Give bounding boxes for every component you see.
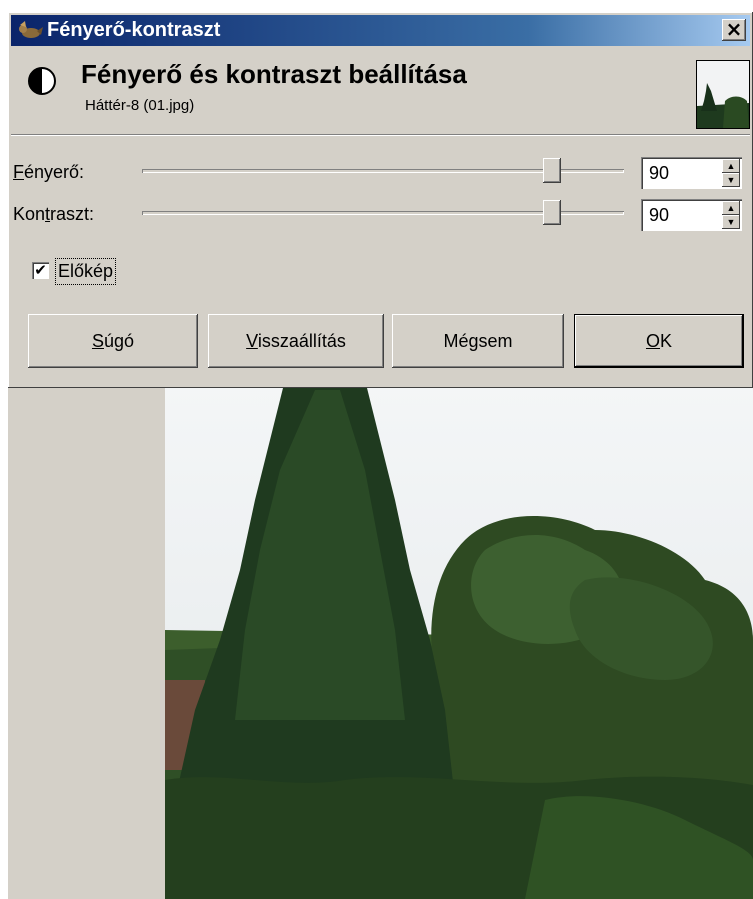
brightness-spinbox[interactable]: 90 ▲ ▼ [641,157,742,189]
ok-button[interactable]: OK [574,314,744,368]
image-thumbnail [696,60,750,129]
reset-button[interactable]: Visszaállítás [208,314,384,368]
preview-checkbox[interactable]: ✔ [32,262,49,279]
help-button[interactable]: Súgó [28,314,198,368]
dialog-heading: Fényerő és kontraszt beállítása [81,59,467,89]
contrast-spinbox[interactable]: 90 ▲ ▼ [641,199,742,231]
title-bar[interactable]: Fényerő-kontraszt × [11,15,750,46]
brightness-contrast-icon [28,67,56,95]
close-button[interactable]: × [722,19,746,41]
spin-down-arrow-icon[interactable]: ▼ [722,173,740,187]
cancel-button[interactable]: Mégsem [392,314,564,368]
brightness-spin-buttons: ▲ ▼ [722,159,740,187]
brightness-contrast-dialog: Fényerő-kontraszt × Fényerő és kontraszt… [8,12,753,388]
window-title: Fényerő-kontraszt [47,19,221,41]
contrast-label: Kontraszt: [13,204,95,224]
canvas-left-area [8,380,165,899]
brightness-slider-handle[interactable] [542,158,561,183]
spin-up-arrow-icon[interactable]: ▲ [722,159,740,173]
photo-image [165,380,753,899]
spin-up-arrow-icon[interactable]: ▲ [722,201,740,215]
contrast-row: Kontraszt: 90 ▲ ▼ [8,196,753,232]
header-separator [11,134,750,136]
preview-label[interactable]: Előkép [55,258,117,285]
checkmark-icon: ✔ [34,261,47,279]
brightness-row: Fényerő: 90 ▲ ▼ [8,154,753,190]
brightness-value[interactable]: 90 [649,163,669,184]
contrast-slider-handle[interactable] [542,200,561,225]
contrast-value[interactable]: 90 [649,205,669,226]
dialog-header: Fényerő és kontraszt beállítása Háttér-8… [11,47,750,134]
spin-down-arrow-icon[interactable]: ▼ [722,215,740,229]
gimp-wilber-icon [19,20,43,38]
contrast-spin-buttons: ▲ ▼ [722,201,740,229]
image-canvas[interactable] [165,380,753,899]
close-icon: × [725,17,743,41]
brightness-label: Fényerő: [13,162,85,182]
dialog-subheading: Háttér-8 (01.jpg) [85,97,195,114]
